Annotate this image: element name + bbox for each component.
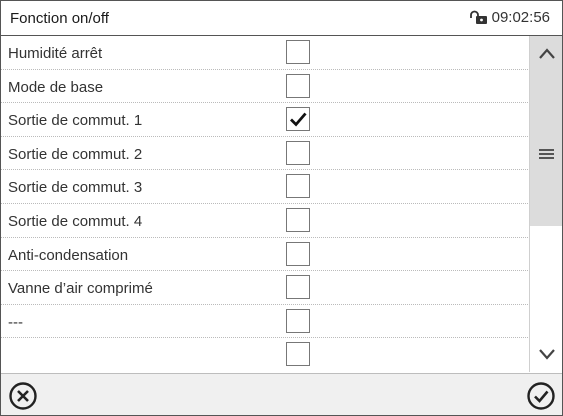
page-title: Fonction on/off [10, 10, 109, 27]
list-item: Sortie de commut. 3 [1, 170, 528, 204]
checkbox[interactable] [286, 308, 310, 333]
chevron-up-icon [538, 48, 555, 59]
dialog-window: Fonction on/off 09:02:56 Humidité arrêt M… [0, 0, 563, 416]
checkbox[interactable] [286, 207, 310, 232]
header-bar: Fonction on/off 09:02:56 [1, 1, 562, 36]
checkbox[interactable] [286, 73, 310, 98]
checkbox[interactable] [286, 342, 310, 367]
scroll-down-button[interactable] [530, 336, 562, 372]
list-item: Sortie de commut. 4 [1, 204, 528, 238]
checkbox[interactable] [286, 40, 310, 64]
menu-lines-icon [539, 149, 554, 159]
checkbox[interactable] [286, 140, 310, 165]
list-item: Anti-condensation [1, 238, 528, 272]
chevron-down-icon [538, 349, 555, 360]
list-item: Mode de base [1, 70, 528, 104]
list-item: Vanne d’air comprimé [1, 271, 528, 305]
clock-area: 09:02:56 [469, 9, 550, 26]
row-label: Humidité arrêt [8, 45, 103, 62]
row-label: Anti-condensation [8, 246, 129, 264]
list-item: Sortie de commut. 2 [1, 137, 528, 171]
row-label: Mode de base [8, 78, 104, 96]
row-label: Sortie de commut. 1 [8, 112, 143, 130]
circle-check-icon [527, 382, 555, 410]
cancel-button[interactable] [6, 379, 40, 413]
circle-x-icon [9, 382, 37, 410]
list-item: --- [1, 305, 528, 339]
row-label: Sortie de commut. 2 [8, 145, 143, 163]
checkbox[interactable] [286, 107, 310, 132]
unlocked-padlock-icon [469, 10, 487, 24]
list-item-partial [1, 338, 528, 372]
row-label: Sortie de commut. 4 [8, 212, 143, 230]
row-label: Vanne d’air comprimé [8, 280, 153, 298]
checkbox[interactable] [286, 241, 310, 266]
scrollbar[interactable] [529, 36, 562, 372]
checkmark-icon [290, 112, 307, 127]
checkbox[interactable] [286, 174, 310, 199]
confirm-button[interactable] [524, 379, 558, 413]
clock-time: 09:02:56 [491, 9, 550, 26]
list-item: Humidité arrêt [1, 36, 528, 70]
footer-bar [1, 373, 562, 415]
option-list: Humidité arrêt Mode de base Sortie de comm… [1, 36, 528, 372]
row-label: --- [8, 313, 23, 331]
scroll-up-button[interactable] [530, 36, 562, 72]
checkbox[interactable] [286, 275, 310, 300]
list-item: Sortie de commut. 1 [1, 103, 528, 137]
row-label: Sortie de commut. 3 [8, 179, 143, 197]
